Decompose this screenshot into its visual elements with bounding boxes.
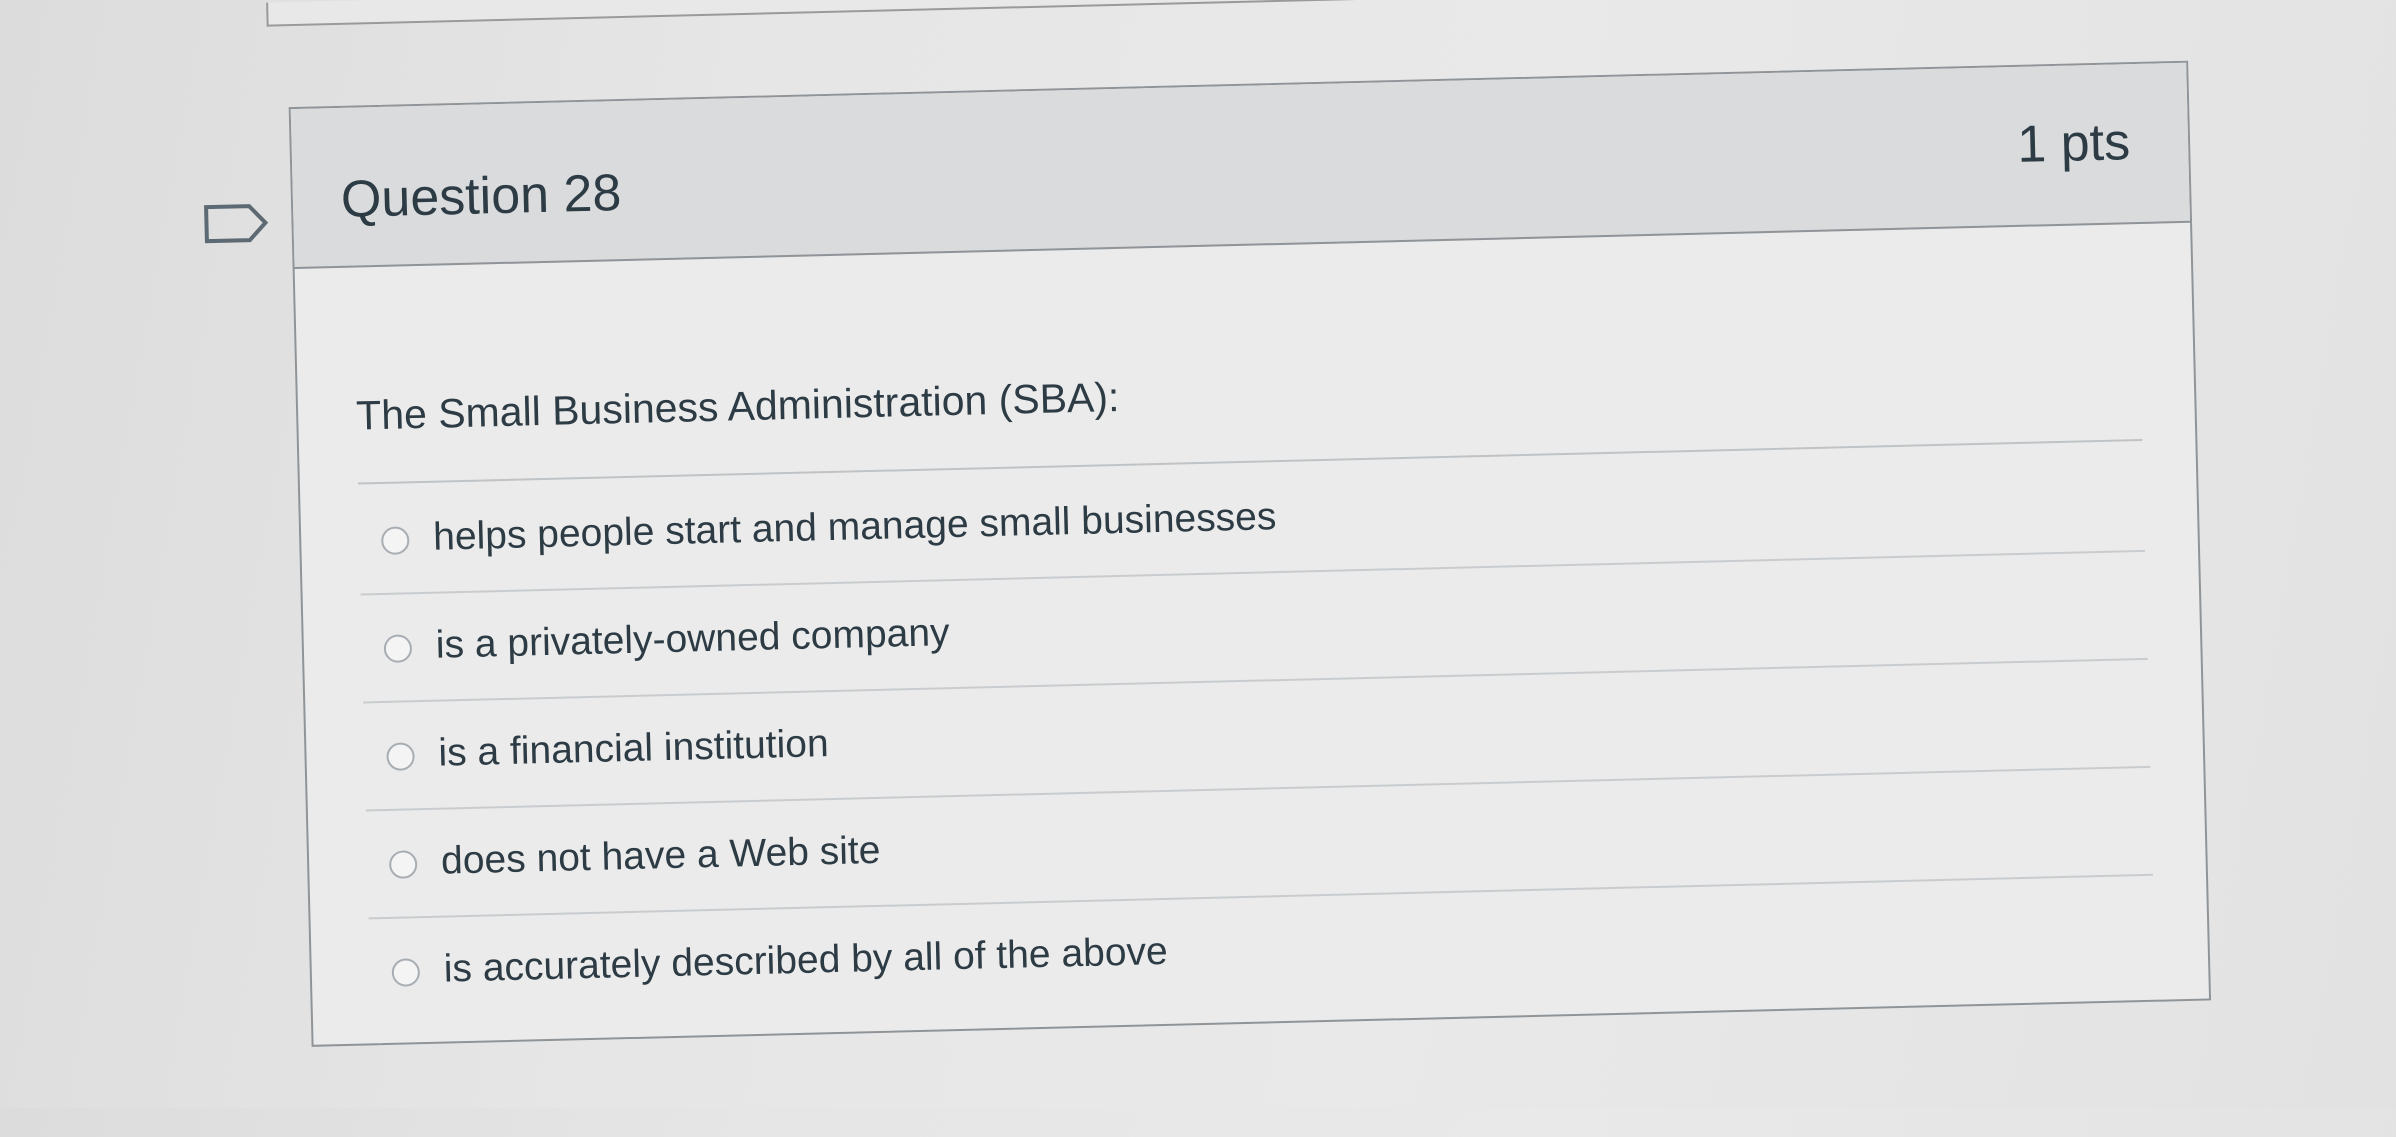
answer-label[interactable]: is accurately described by all of the ab… <box>443 930 1168 992</box>
answer-label[interactable]: helps people start and manage small busi… <box>433 495 1277 560</box>
question-title: Question 28 <box>340 164 622 229</box>
answer-list: helps people start and manage small busi… <box>357 443 2156 1027</box>
quiz-page: Question 28 1 pts The Small Business Adm… <box>0 0 2396 1137</box>
radio-button[interactable] <box>391 958 421 987</box>
question-card: Question 28 1 pts The Small Business Adm… <box>288 60 2212 1047</box>
radio-button[interactable] <box>386 742 415 771</box>
radio-button[interactable] <box>383 634 413 663</box>
answer-label[interactable]: does not have a Web site <box>441 829 881 884</box>
question-prompt: The Small Business Administration (SBA): <box>355 373 1120 439</box>
answer-label[interactable]: is a privately-owned company <box>435 611 950 668</box>
previous-question-edge <box>266 0 1511 27</box>
bookmark-flag-icon <box>204 204 269 244</box>
radio-button[interactable] <box>380 526 410 555</box>
flag-question-button[interactable] <box>203 203 270 245</box>
question-points: 1 pts <box>2016 113 2131 174</box>
question-header: Question 28 1 pts <box>290 62 2191 270</box>
answer-label[interactable]: is a financial institution <box>438 722 829 776</box>
radio-button[interactable] <box>388 850 418 879</box>
